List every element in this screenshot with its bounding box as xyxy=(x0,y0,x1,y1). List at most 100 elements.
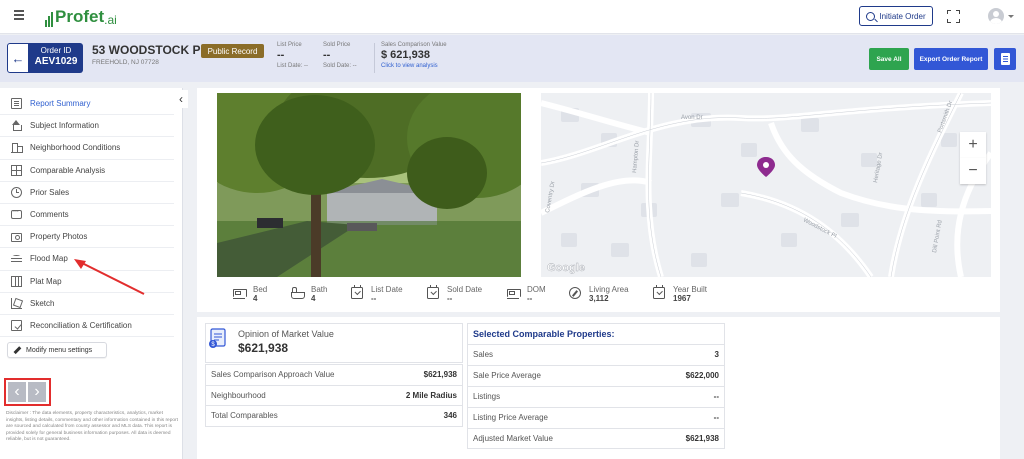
pencil-icon xyxy=(14,347,21,354)
sidebar-item-comments[interactable]: Comments xyxy=(0,204,174,227)
chevron-left-icon: ‹ xyxy=(14,383,20,400)
table-row: Sales Comparison Approach Value $621,938 xyxy=(206,364,462,385)
logo-text: Profet xyxy=(55,7,105,26)
sidebar-item-label: Reconciliation & Certification xyxy=(30,320,132,330)
table-row: Sale Price Average $622,000 xyxy=(468,364,724,386)
list-price-value: -- xyxy=(277,49,285,61)
row-label: Adjusted Market Value xyxy=(473,434,553,443)
sidebar-item-property-photos[interactable]: Property Photos xyxy=(0,226,174,249)
sidebar-item-subject-information[interactable]: Subject Information xyxy=(0,115,174,138)
comparables-table: Selected Comparable Properties: Sales 3 S… xyxy=(467,323,725,450)
row-label: Listing Price Average xyxy=(473,413,549,423)
sales-comparison-label: Sales Comparison Value xyxy=(381,42,447,48)
table-row: Neighbourhood 2 Mile Radius xyxy=(206,384,462,406)
table-row: Sales 3 xyxy=(468,344,724,365)
document-icon xyxy=(1000,53,1010,65)
public-record-badge: Public Record xyxy=(201,44,264,58)
table-row: Adjusted Market Value $621,938 xyxy=(468,427,724,449)
modify-menu-settings-button[interactable]: Modify menu settings xyxy=(7,342,107,358)
logo-suffix: .ai xyxy=(104,13,117,27)
row-value: 2 Mile Radius xyxy=(405,390,457,400)
sidebar-item-label: Subject Information xyxy=(30,121,99,131)
collapse-sidebar-button[interactable]: ‹ xyxy=(174,90,188,108)
street-label: Avon Dr xyxy=(681,115,703,121)
sidebar-item-sketch[interactable]: Sketch xyxy=(0,293,174,315)
valuation-table: Sales Comparison Approach Value $621,938 … xyxy=(205,364,463,427)
chevron-down-icon[interactable] xyxy=(1008,15,1014,18)
initiate-order-button[interactable]: Initiate Order xyxy=(859,6,933,26)
initiate-order-label: Initiate Order xyxy=(879,11,926,21)
minus-icon: − xyxy=(968,162,978,179)
stat-label: List Date xyxy=(371,285,403,294)
certificate-icon xyxy=(11,319,22,331)
sold-price-value: -- xyxy=(323,49,331,61)
row-value: 346 xyxy=(443,411,457,421)
sidebar-item-comparable-analysis[interactable]: Comparable Analysis xyxy=(0,160,174,182)
chevron-left-icon: ‹ xyxy=(179,92,183,106)
hamburger-menu-icon[interactable] xyxy=(14,10,24,20)
back-button[interactable]: ← xyxy=(7,43,29,73)
sidebar-item-label: Comments xyxy=(30,210,69,220)
logo-bars-icon xyxy=(45,12,53,27)
order-id-label: Order ID xyxy=(40,46,72,55)
profet-logo[interactable]: Profet .ai xyxy=(45,7,117,27)
sidebar-item-neighborhood-conditions[interactable]: Neighborhood Conditions xyxy=(0,137,174,160)
comparables-title: Selected Comparable Properties: xyxy=(473,329,615,339)
omv-label: Opinion of Market Value xyxy=(238,329,334,339)
row-label: Total Comparables xyxy=(211,411,278,421)
photo-icon xyxy=(11,232,22,242)
stat-label: DOM xyxy=(527,285,546,294)
sidebar-item-label: Plat Map xyxy=(30,276,62,286)
map-watermark: Google xyxy=(547,262,585,274)
property-address: 53 WOODSTOCK PL xyxy=(92,43,208,57)
save-all-button[interactable]: Save All xyxy=(869,48,909,70)
row-value: -- xyxy=(713,413,719,423)
sidebar-item-label: Property Photos xyxy=(30,232,88,242)
stat-label: Bath xyxy=(311,285,328,294)
sidebar-menu: Report Summary Subject Information Neigh… xyxy=(0,93,174,338)
stat-label: Bed xyxy=(253,285,268,294)
document-button[interactable] xyxy=(994,48,1016,70)
property-photo[interactable] xyxy=(217,93,521,277)
stat-value: -- xyxy=(371,294,377,303)
zoom-out-button[interactable]: − xyxy=(960,158,986,184)
modify-menu-label: Modify menu settings xyxy=(26,346,93,354)
fullscreen-icon[interactable] xyxy=(947,10,960,23)
previous-section-button[interactable]: ‹ xyxy=(8,382,26,402)
next-section-button[interactable]: › xyxy=(28,382,46,402)
valuation-document-icon: $ xyxy=(209,328,226,348)
stat-label: Living Area xyxy=(589,285,629,294)
sidebar-item-label: Report Summary xyxy=(30,99,91,109)
user-avatar[interactable] xyxy=(988,8,1004,24)
row-value: $621,938 xyxy=(685,434,719,443)
report-icon xyxy=(11,98,22,110)
row-value: 3 xyxy=(714,350,719,360)
order-id-badge: Order ID AEV1029 xyxy=(29,43,83,73)
plus-icon: + xyxy=(968,136,978,153)
list-price-label: List Price xyxy=(277,42,302,48)
sidebar-item-report-summary[interactable]: Report Summary xyxy=(0,93,174,116)
list-date-label: List Date: -- xyxy=(277,63,309,69)
zoom-in-button[interactable]: + xyxy=(960,132,986,158)
sidebar-item-reconciliation-certification[interactable]: Reconciliation & Certification xyxy=(0,315,174,338)
row-label: Sales Comparison Approach Value xyxy=(211,370,335,380)
view-analysis-link[interactable]: Click to view analysis xyxy=(381,63,438,69)
top-bar: Profet .ai Initiate Order xyxy=(0,0,1024,34)
calendar-icon xyxy=(351,285,363,299)
sold-price-label: Sold Price xyxy=(323,42,351,48)
property-map[interactable]: Avon Dr Hampton Dr Woodstock Pl Coventry… xyxy=(541,93,991,277)
export-order-report-button[interactable]: Export Order Report xyxy=(914,48,988,70)
sidebar-item-label: Sketch xyxy=(30,298,55,308)
sidebar-item-plat-map[interactable]: Plat Map xyxy=(0,271,174,293)
sidebar-item-prior-sales[interactable]: Prior Sales xyxy=(0,182,174,204)
property-city: FREEHOLD, NJ 07728 xyxy=(92,59,159,66)
map-streets: Avon Dr Hampton Dr Woodstock Pl Coventry… xyxy=(541,93,991,277)
bath-icon xyxy=(291,287,305,299)
row-value: $621,938 xyxy=(423,370,457,380)
calendar-icon xyxy=(427,285,439,299)
row-label: Listings xyxy=(473,392,501,402)
sketch-icon xyxy=(11,297,22,309)
sidebar-item-label: Flood Map xyxy=(30,254,68,264)
sidebar-item-flood-map[interactable]: Flood Map xyxy=(0,248,174,271)
compass-icon xyxy=(569,287,581,299)
